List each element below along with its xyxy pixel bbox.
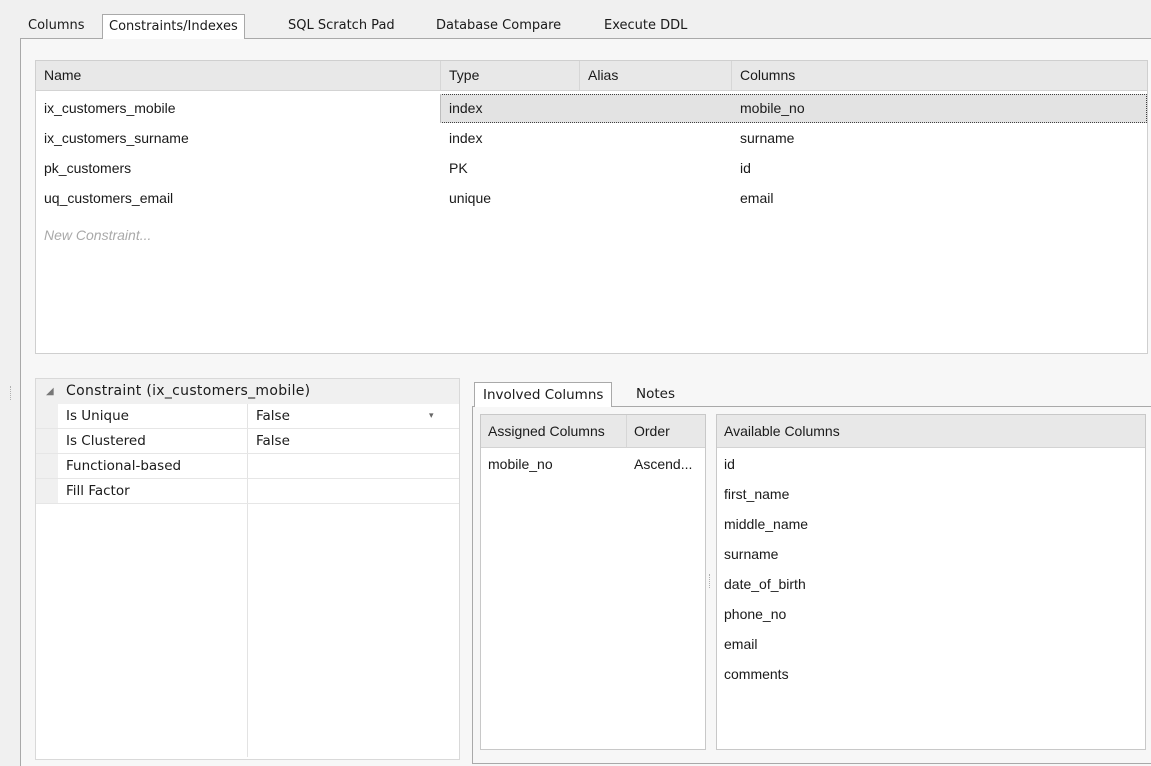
row-name[interactable]: ix_customers_surname (36, 124, 441, 153)
row-type[interactable]: unique (441, 184, 580, 213)
column-header-order[interactable]: Order (627, 415, 705, 448)
list-item[interactable]: first_name (717, 479, 789, 509)
row-columns[interactable]: mobile_no (732, 94, 1145, 123)
column-header-type[interactable]: Type (441, 61, 580, 90)
available-columns-list[interactable]: Available Columns id first_name middle_n… (716, 414, 1146, 750)
table-row[interactable]: ix_customers_mobile index mobile_no (36, 94, 1147, 123)
property-row-fill-factor[interactable]: Fill Factor (36, 479, 459, 504)
list-splitter-grip[interactable] (709, 574, 713, 588)
assigned-column-order[interactable]: Ascend... (627, 449, 712, 479)
property-row-functional-based[interactable]: Functional-based (36, 454, 459, 479)
list-item[interactable]: comments (717, 659, 789, 689)
tab-columns[interactable]: Columns (22, 14, 91, 38)
column-header-alias[interactable]: Alias (580, 61, 732, 90)
property-value-select[interactable]: False (256, 404, 290, 428)
splitter-grip[interactable] (10, 386, 14, 400)
collapse-triangle-icon[interactable]: ◢ (46, 379, 54, 404)
list-item[interactable]: id (717, 449, 735, 479)
grid-header: Name Type Alias Columns (36, 61, 1147, 91)
list-item[interactable]: surname (717, 539, 778, 569)
property-row-is-clustered[interactable]: Is Clustered False (36, 429, 459, 454)
constraints-grid: Name Type Alias Columns ix_customers_mob… (35, 60, 1148, 354)
tab-sql-scratch-pad[interactable]: SQL Scratch Pad (282, 14, 401, 38)
tab-constraints-indexes[interactable]: Constraints/Indexes (102, 14, 245, 39)
row-type[interactable]: PK (441, 154, 580, 183)
tab-involved-columns[interactable]: Involved Columns (474, 382, 613, 407)
column-header-columns[interactable]: Columns (732, 61, 1145, 90)
property-value[interactable]: False (256, 429, 290, 453)
column-header-assigned[interactable]: Assigned Columns (481, 415, 627, 448)
property-label: Is Unique (66, 408, 129, 424)
column-header-available[interactable]: Available Columns (717, 415, 1145, 448)
property-label: Functional-based (66, 458, 182, 474)
list-item[interactable]: phone_no (717, 599, 786, 629)
table-row[interactable]: ix_customers_surname index surname (36, 124, 1147, 153)
list-item[interactable]: date_of_birth (717, 569, 806, 599)
row-alias[interactable] (580, 184, 732, 213)
property-label: Fill Factor (66, 483, 130, 499)
row-alias[interactable] (580, 94, 732, 123)
row-name[interactable]: ix_customers_mobile (36, 94, 441, 123)
row-columns[interactable]: surname (732, 124, 1145, 153)
property-group-title: Constraint (ix_customers_mobile) (66, 383, 311, 399)
table-row[interactable]: uq_customers_email unique email (36, 184, 1147, 213)
list-item[interactable]: middle_name (717, 509, 808, 539)
row-columns[interactable]: email (732, 184, 1145, 213)
property-label: Is Clustered (66, 433, 146, 449)
assigned-column-name[interactable]: mobile_no (481, 449, 634, 479)
table-row[interactable]: pk_customers PK id (36, 154, 1147, 183)
property-group-header[interactable]: ◢ Constraint (ix_customers_mobile) (36, 379, 459, 404)
constraint-properties: ◢ Constraint (ix_customers_mobile) Is Un… (35, 378, 460, 760)
new-constraint-placeholder[interactable]: New Constraint... (44, 227, 151, 243)
row-type[interactable]: index (441, 94, 580, 123)
list-item[interactable]: email (717, 629, 757, 659)
property-row-is-unique[interactable]: Is Unique False ▾ (36, 404, 459, 429)
tab-notes[interactable]: Notes (628, 382, 683, 406)
tab-execute-ddl[interactable]: Execute DDL (598, 14, 693, 38)
row-type[interactable]: index (441, 124, 580, 153)
dropdown-arrow-icon[interactable]: ▾ (429, 404, 434, 428)
row-alias[interactable] (580, 124, 732, 153)
column-header-name[interactable]: Name (36, 61, 441, 90)
row-alias[interactable] (580, 154, 732, 183)
row-name[interactable]: uq_customers_email (36, 184, 441, 213)
assigned-columns-list[interactable]: Assigned Columns Order mobile_no Ascend.… (480, 414, 706, 750)
row-name[interactable]: pk_customers (36, 154, 441, 183)
tab-database-compare[interactable]: Database Compare (430, 14, 567, 38)
row-columns[interactable]: id (732, 154, 1145, 183)
